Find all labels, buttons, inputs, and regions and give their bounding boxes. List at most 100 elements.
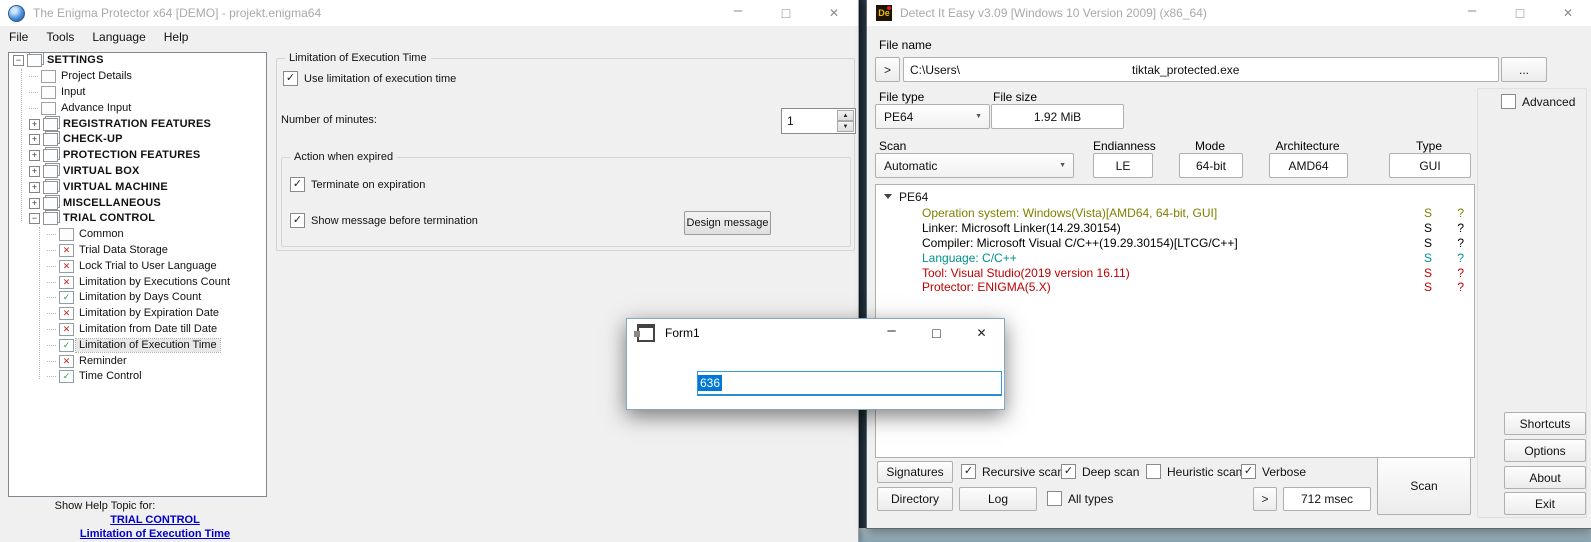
close-icon[interactable] xyxy=(1544,0,1591,26)
tree-item-miscellaneous[interactable]: MISCELLANEOUS xyxy=(9,195,266,211)
expand-box-icon[interactable] xyxy=(29,182,40,193)
terminate-checkbox-row[interactable]: Terminate on expiration xyxy=(290,177,425,192)
menu-item-help[interactable]: Help xyxy=(155,27,198,47)
disabled-cross-icon xyxy=(59,355,74,368)
about-button[interactable]: About xyxy=(1504,466,1586,489)
log-button[interactable]: Log xyxy=(959,487,1037,511)
tree-item-limitation-of-execution-time[interactable]: Limitation of Execution Time xyxy=(9,337,266,353)
tree-item-input[interactable]: Input xyxy=(9,85,266,101)
maximize-icon[interactable] xyxy=(1496,0,1544,26)
tree-item-protection-features[interactable]: PROTECTION FEATURES xyxy=(9,148,266,164)
tree-item-limitation-by-executions-count[interactable]: Limitation by Executions Count xyxy=(9,274,266,290)
tree-item-settings[interactable]: SETTINGS xyxy=(9,53,266,69)
use-limitation-checkbox-row[interactable]: Use limitation of execution time xyxy=(283,71,456,86)
shortcuts-button[interactable]: Shortcuts xyxy=(1504,412,1586,435)
minutes-spin-edit[interactable]: 1 xyxy=(781,108,856,134)
checkbox-unchecked-icon[interactable] xyxy=(1146,464,1161,479)
elapsed-arrow-button[interactable]: > xyxy=(1253,487,1277,511)
checkbox-checked-icon[interactable] xyxy=(283,71,298,86)
design-message-button[interactable]: Design message xyxy=(684,211,771,235)
tree-item-time-control[interactable]: Time Control xyxy=(9,369,266,385)
tree-item-limitation-from-date-till-date[interactable]: Limitation from Date till Date xyxy=(9,322,266,338)
expand-box-icon[interactable] xyxy=(29,150,40,161)
collapse-triangle-icon[interactable] xyxy=(884,194,892,199)
tree-item-check-up[interactable]: CHECK-UP xyxy=(9,132,266,148)
heuristic-scan-checkbox-row[interactable]: Heuristic scan xyxy=(1146,464,1242,479)
spin-up-icon[interactable] xyxy=(837,110,854,121)
exit-button[interactable]: Exit xyxy=(1504,492,1586,515)
menu-item-tools[interactable]: Tools xyxy=(37,27,83,47)
checkbox-checked-icon[interactable] xyxy=(1241,464,1256,479)
recursive-scan-checkbox-row[interactable]: Recursive scan xyxy=(961,464,1064,479)
checkbox-checked-icon[interactable] xyxy=(290,213,305,228)
checkbox-checked-icon[interactable] xyxy=(1061,464,1076,479)
checkbox-checked-icon[interactable] xyxy=(290,177,305,192)
menu-item-language[interactable]: Language xyxy=(83,27,154,47)
expand-box-icon[interactable] xyxy=(29,119,40,130)
verbose-checkbox-row[interactable]: Verbose xyxy=(1241,464,1306,479)
info-link[interactable]: ? xyxy=(1457,206,1464,220)
signature-link[interactable]: S xyxy=(1424,221,1432,235)
tree-item-advance-input[interactable]: Advance Input xyxy=(9,100,266,116)
directory-button[interactable]: Directory xyxy=(877,487,953,511)
expand-box-icon[interactable] xyxy=(29,134,40,145)
open-file-arrow-button[interactable]: > xyxy=(875,57,900,82)
info-link[interactable]: ? xyxy=(1457,221,1464,235)
close-icon[interactable] xyxy=(959,319,1004,347)
scan-button[interactable]: Scan xyxy=(1377,457,1471,515)
tree-item-common[interactable]: Common xyxy=(9,227,266,243)
maximize-icon[interactable] xyxy=(762,0,810,26)
help-link-trial-control[interactable]: TRIAL CONTROL xyxy=(20,514,290,526)
tree-item-limitation-by-days-count[interactable]: Limitation by Days Count xyxy=(9,290,266,306)
folder-stack-icon xyxy=(43,149,58,162)
tree-item-lock-trial-to-user-language[interactable]: Lock Trial to User Language xyxy=(9,258,266,274)
options-button[interactable]: Options xyxy=(1504,439,1586,462)
tree-item-limitation-by-expiration-date[interactable]: Limitation by Expiration Date xyxy=(9,306,266,322)
spin-down-icon[interactable] xyxy=(837,121,854,132)
scan-result-root[interactable]: PE64 xyxy=(884,188,1474,205)
form1-textbox[interactable]: 636 xyxy=(697,371,1002,396)
tree-item-virtual-machine[interactable]: VIRTUAL MACHINE xyxy=(9,179,266,195)
signature-link[interactable]: S xyxy=(1424,251,1432,265)
minimize-icon[interactable] xyxy=(714,0,762,26)
tree-item-virtual-box[interactable]: VIRTUAL BOX xyxy=(9,164,266,180)
signature-link[interactable]: S xyxy=(1424,266,1432,280)
form1-textbox-selected-value: 636 xyxy=(698,375,722,391)
file-path-input[interactable]: C:\Users\tiktak_protected.exe xyxy=(903,57,1499,82)
checkbox-unchecked-icon[interactable] xyxy=(1047,491,1062,506)
deep-scan-checkbox-row[interactable]: Deep scan xyxy=(1061,464,1139,479)
checkbox-unchecked-icon[interactable] xyxy=(1501,94,1516,109)
signatures-button[interactable]: Signatures xyxy=(877,461,953,483)
folder-stack-icon xyxy=(43,197,58,210)
scan-mode-combo[interactable]: Automatic xyxy=(875,153,1074,178)
expand-box-icon[interactable] xyxy=(29,198,40,209)
file-type-combo[interactable]: PE64 xyxy=(875,104,990,129)
maximize-icon[interactable] xyxy=(914,319,959,347)
expand-box-icon[interactable] xyxy=(29,166,40,177)
checkbox-checked-icon[interactable] xyxy=(961,464,976,479)
tree-item-trial-control[interactable]: TRIAL CONTROL xyxy=(9,211,266,227)
tree-item-project-details[interactable]: Project Details xyxy=(9,69,266,85)
menu-item-file[interactable]: File xyxy=(0,27,37,47)
signature-link[interactable]: S xyxy=(1424,280,1432,294)
info-link[interactable]: ? xyxy=(1457,251,1464,265)
advanced-checkbox-row[interactable]: Advanced xyxy=(1501,94,1575,109)
close-icon[interactable] xyxy=(810,0,858,26)
tree-item-reminder[interactable]: Reminder xyxy=(9,353,266,369)
browse-button[interactable]: ... xyxy=(1501,57,1547,82)
minimize-icon[interactable] xyxy=(1448,0,1496,26)
show-message-checkbox-row[interactable]: Show message before termination xyxy=(290,213,478,228)
endianness-label: Endianness xyxy=(1093,139,1151,153)
minimize-icon[interactable] xyxy=(869,319,914,347)
collapse-box-icon[interactable] xyxy=(29,213,40,224)
all-types-checkbox-row[interactable]: All types xyxy=(1047,491,1113,506)
collapse-box-icon[interactable] xyxy=(13,55,24,66)
tree-item-trial-data-storage[interactable]: Trial Data Storage xyxy=(9,243,266,259)
info-link[interactable]: ? xyxy=(1457,280,1464,294)
info-link[interactable]: ? xyxy=(1457,266,1464,280)
signature-link[interactable]: S xyxy=(1424,236,1432,250)
tree-item-registration-features[interactable]: REGISTRATION FEATURES xyxy=(9,116,266,132)
info-link[interactable]: ? xyxy=(1457,236,1464,250)
help-link-limitation-execution-time[interactable]: Limitation of Execution Time xyxy=(20,528,290,540)
signature-link[interactable]: S xyxy=(1424,206,1432,220)
